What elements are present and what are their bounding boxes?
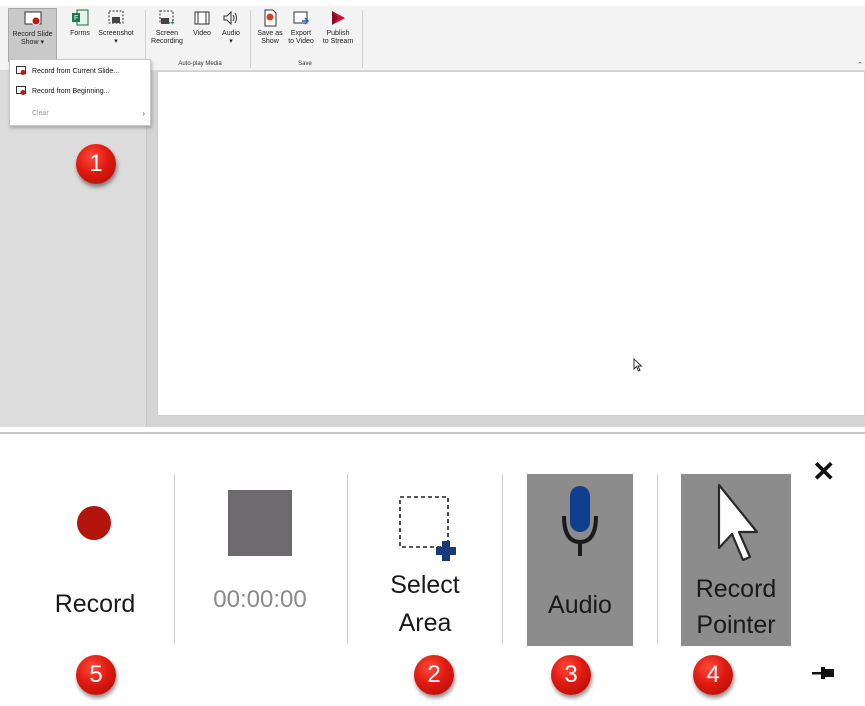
toolbar-separator xyxy=(502,474,503,644)
pin-icon[interactable] xyxy=(812,665,836,686)
record-slide-icon xyxy=(16,66,26,76)
screen-recording-button[interactable]: + Screen Recording xyxy=(150,8,184,46)
publish-to-stream-label: Publish to Stream xyxy=(322,30,354,45)
export-to-video-button[interactable]: Export to Video xyxy=(285,8,317,46)
ribbon-separator xyxy=(250,10,251,68)
audio-ribbon-label: Audio ▾ xyxy=(222,30,240,45)
speaker-icon xyxy=(222,8,240,28)
record-slide-show-menu: Record from Current Slide... Record from… xyxy=(9,59,151,126)
select-area-button[interactable]: Select Area xyxy=(370,480,480,645)
ribbon-collapse-icon[interactable]: ⌃ xyxy=(857,61,863,69)
toolbar-separator xyxy=(174,474,175,644)
record-slide-show-button[interactable]: Record Slide Show ▾ xyxy=(8,8,57,62)
save-as-show-button[interactable]: Save as Show xyxy=(255,8,285,46)
toolbar-separator xyxy=(347,474,348,644)
forms-button[interactable]: F Forms xyxy=(66,8,94,38)
publish-stream-icon xyxy=(329,8,347,28)
record-pointer-toggle[interactable]: Record Pointer xyxy=(681,474,791,646)
step-badge-5: 5 xyxy=(76,655,116,695)
screenshot-button[interactable]: Screenshot ▾ xyxy=(96,8,136,46)
ribbon-separator xyxy=(362,10,363,68)
export-to-video-label: Export to Video xyxy=(288,30,314,45)
menu-item-record-beginning[interactable]: Record from Beginning... xyxy=(10,82,150,100)
forms-label: Forms xyxy=(70,30,90,37)
mouse-cursor-icon xyxy=(633,357,643,377)
screenshot-icon xyxy=(107,8,125,28)
screenshot-label: Screenshot ▾ xyxy=(98,30,134,45)
audio-label: Audio xyxy=(548,591,612,619)
select-area-label-line2: Area xyxy=(398,609,452,637)
svg-text:+: + xyxy=(170,18,175,27)
slide-canvas[interactable] xyxy=(157,71,865,416)
video-label: Video xyxy=(193,30,211,37)
screen-recording-icon: + xyxy=(158,8,176,28)
step-badge-4: 4 xyxy=(693,655,733,695)
menu-item-label: Record from Beginning... xyxy=(32,87,110,95)
record-icon[interactable] xyxy=(77,506,111,540)
save-as-show-icon xyxy=(261,8,279,28)
audio-button[interactable]: Audio ▾ xyxy=(218,8,244,46)
step-badge-3: 3 xyxy=(551,655,591,695)
select-area-icon xyxy=(399,496,456,561)
close-icon[interactable]: ✕ xyxy=(812,458,835,486)
video-icon xyxy=(193,8,211,28)
forms-icon: F xyxy=(71,8,89,28)
save-as-show-label: Save as Show xyxy=(257,30,283,45)
save-group-label: Save xyxy=(298,61,312,67)
step-badge-1: 1 xyxy=(76,144,116,184)
record-slide-show-icon xyxy=(24,9,42,29)
record-pointer-label-line1: Record xyxy=(695,575,777,603)
microphone-icon xyxy=(562,486,598,556)
menu-item-spacer xyxy=(16,108,26,118)
record-button-label[interactable]: Record xyxy=(40,585,150,623)
chevron-right-icon: › xyxy=(142,108,145,118)
menu-item-label: Record from Current Slide... xyxy=(32,67,120,75)
timer-readout: 00:00:00 xyxy=(213,586,307,613)
audio-toggle[interactable]: Audio xyxy=(527,474,633,646)
publish-to-stream-button[interactable]: Publish to Stream xyxy=(320,8,356,46)
record-slide-icon xyxy=(16,86,26,96)
screen-recording-label: Screen Recording xyxy=(151,30,183,45)
record-slide-show-label: Record Slide Show ▾ xyxy=(12,31,53,46)
step-badge-2: 2 xyxy=(414,655,454,695)
pointer-icon xyxy=(717,483,759,562)
select-area-label-line1: Select xyxy=(390,571,460,599)
menu-item-clear: Clear › xyxy=(10,104,150,122)
video-button[interactable]: Video xyxy=(190,8,214,38)
auto-play-media-group-label: Auto-play Media xyxy=(178,61,222,67)
stop-icon[interactable] xyxy=(228,490,292,556)
svg-text:F: F xyxy=(74,15,78,22)
export-video-icon xyxy=(292,8,310,28)
menu-item-label: Clear xyxy=(32,109,49,117)
toolbar-separator xyxy=(657,474,658,644)
record-pointer-label-line2: Pointer xyxy=(696,611,776,639)
menu-item-record-current[interactable]: Record from Current Slide... xyxy=(10,62,150,80)
